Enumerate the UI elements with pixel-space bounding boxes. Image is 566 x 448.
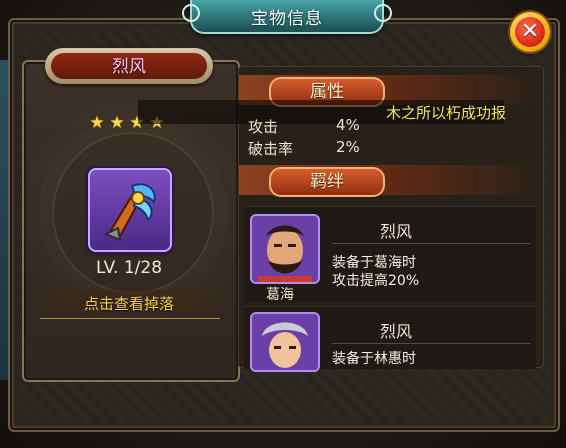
item-name-plate: 烈风 [45, 48, 213, 84]
combo-divider [332, 343, 530, 344]
combos-header-bar: 羁绊 [239, 165, 543, 197]
star-icon: ★ [109, 113, 125, 133]
combos-header: 羁绊 [269, 167, 385, 197]
scrolling-tip-text: 木之所以朽成功报 [386, 104, 507, 122]
drop-link-underline [40, 318, 220, 319]
treasure-item-artwork [103, 183, 156, 242]
star-icon: ★ [89, 113, 105, 133]
view-drop-link[interactable]: 点击查看掉落 [22, 293, 236, 314]
close-button[interactable]: ✕ [510, 12, 550, 52]
combo-title: 烈风 [380, 322, 413, 341]
hero-portrait-icon [250, 214, 320, 284]
attr-label-attack: 攻击 [248, 118, 279, 136]
combo-desc-line: 装备于葛海时 [332, 255, 416, 271]
close-icon: ✕ [515, 17, 545, 47]
combo-title: 烈风 [380, 222, 413, 241]
combo-desc-line: 攻击提高20% [332, 273, 420, 289]
hero-face [252, 216, 318, 282]
item-name: 烈风 [112, 57, 146, 77]
item-level: LV. 1/28 [95, 258, 163, 278]
hero-face [252, 314, 318, 370]
dialog-title: 宝物信息 [251, 9, 323, 29]
attr-value-crit: 2% [336, 138, 360, 156]
hero-name: 葛海 [266, 287, 294, 303]
combo-desc-line: 装备于林惠时 [332, 351, 416, 366]
attr-value-attack: 4% [336, 116, 360, 134]
treasure-item-icon [88, 168, 172, 252]
hero-portrait-icon [250, 312, 320, 372]
attr-label-crit: 破击率 [248, 140, 294, 158]
combo-divider [332, 243, 530, 244]
dialog-title-tab: 宝物信息 [182, 0, 392, 34]
